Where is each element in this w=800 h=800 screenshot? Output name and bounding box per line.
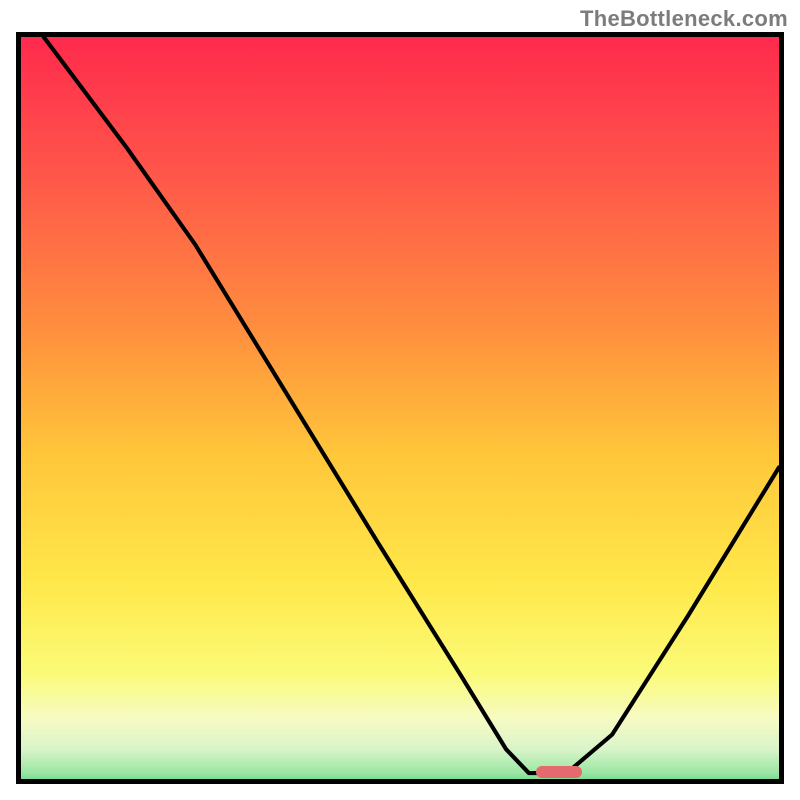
optimal-point-marker [536,766,581,778]
bottleneck-curve [21,37,779,779]
chart-container: TheBottleneck.com [0,0,800,800]
watermark-text: TheBottleneck.com [580,6,788,32]
plot-frame [16,32,784,784]
